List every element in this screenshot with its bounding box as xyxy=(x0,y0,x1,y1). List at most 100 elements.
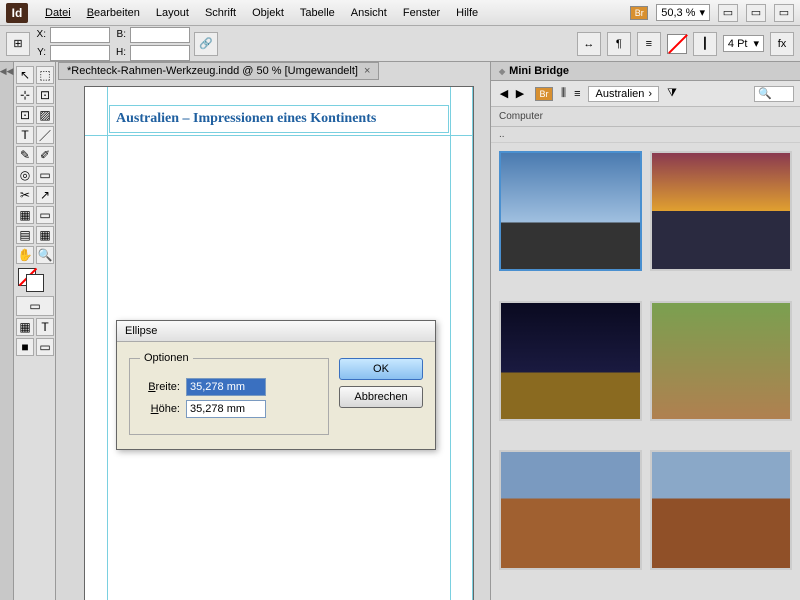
forward-icon[interactable]: ▶ xyxy=(513,87,527,101)
color-theme-tool[interactable]: ▭ xyxy=(16,296,54,316)
thumbnail[interactable] xyxy=(499,301,642,421)
bridge-badge[interactable]: Br xyxy=(630,6,648,20)
align-icon[interactable]: ≡ xyxy=(637,32,661,56)
thumbnail[interactable] xyxy=(650,151,793,271)
y-input[interactable] xyxy=(50,45,110,61)
options-fieldset: Optionen Breite: Höhe: xyxy=(129,352,329,435)
page-tool[interactable]: ⊹ xyxy=(16,86,34,104)
gradient-swatch-tool[interactable]: ▦ xyxy=(16,206,34,224)
screen-mode-icon[interactable]: ▭ xyxy=(746,4,766,22)
menu-bearbeiten[interactable]: Bearbeiten xyxy=(80,4,147,22)
parent-folder[interactable]: .. xyxy=(491,127,800,143)
type-tool[interactable]: T xyxy=(16,126,34,144)
menu-fenster[interactable]: Fenster xyxy=(396,4,447,22)
thumbnail[interactable] xyxy=(499,151,642,271)
eyedropper-tool[interactable]: ▦ xyxy=(36,226,54,244)
thumbnail[interactable] xyxy=(650,450,793,570)
back-icon[interactable]: ◀ xyxy=(497,87,511,101)
normal-view-icon[interactable]: ■ xyxy=(16,338,34,356)
ok-button[interactable]: OK xyxy=(339,358,423,380)
h-label: H: xyxy=(114,47,126,58)
guide-top xyxy=(85,135,473,136)
gap-tool[interactable]: ⊡ xyxy=(36,86,54,104)
fill-stroke-swatch[interactable] xyxy=(16,266,54,294)
link-wh-icon[interactable]: 🔗 xyxy=(194,32,218,56)
menu-datei[interactable]: Datei xyxy=(38,4,78,22)
content-placer-tool[interactable]: ▨ xyxy=(36,106,54,124)
zoom-tool[interactable]: 🔍 xyxy=(36,246,54,264)
mini-bridge-tab[interactable]: Mini Bridge xyxy=(491,62,800,81)
fill-none-swatch[interactable] xyxy=(667,34,687,54)
b-input[interactable] xyxy=(130,27,190,43)
fieldset-legend: Optionen xyxy=(140,352,193,364)
view-options-icon[interactable]: ⫼ xyxy=(561,87,566,100)
bridge-icon[interactable]: Br xyxy=(535,87,553,101)
chevron-down-icon: ▾ xyxy=(753,37,759,50)
zoom-dropdown[interactable]: 50,3 %▾ xyxy=(656,4,710,21)
ellipse-dialog: Ellipse Optionen Breite: Höhe: OK Abbrec… xyxy=(116,320,436,450)
format-text-icon[interactable]: T xyxy=(36,318,54,336)
document-tab-title: *Rechteck-Rahmen-Werkzeug.indd @ 50 % [U… xyxy=(67,65,358,77)
format-container-icon[interactable]: ▦ xyxy=(16,318,34,336)
menu-schrift[interactable]: Schrift xyxy=(198,4,243,22)
direct-selection-tool[interactable]: ⬚ xyxy=(36,66,54,84)
width-label: Breite: xyxy=(140,381,180,393)
guide-right xyxy=(450,87,451,600)
line-tool[interactable]: ／ xyxy=(36,126,54,144)
stroke-weight-dropdown[interactable]: 4 Pt▾ xyxy=(723,35,764,52)
search-input[interactable]: 🔍 xyxy=(754,86,794,102)
thumbnail[interactable] xyxy=(650,301,793,421)
paragraph-icon[interactable]: ¶ xyxy=(607,32,631,56)
app-logo: Id xyxy=(6,3,28,23)
document-tab[interactable]: *Rechteck-Rahmen-Werkzeug.indd @ 50 % [U… xyxy=(58,62,379,80)
control-bar: ⊞ X: B: Y: H: 🔗 ↔ ¶ ≡ ┃ 4 Pt▾ fx xyxy=(0,26,800,62)
free-transform-tool[interactable]: ↗ xyxy=(36,186,54,204)
x-label: X: xyxy=(34,29,46,40)
rectangle-tool[interactable]: ▭ xyxy=(36,166,54,184)
hand-tool[interactable]: ✋ xyxy=(16,246,34,264)
b-label: B: xyxy=(114,29,126,40)
path-bar[interactable]: Computer xyxy=(491,107,800,127)
cancel-button[interactable]: Abbrechen xyxy=(339,386,423,408)
menu-layout[interactable]: Layout xyxy=(149,4,196,22)
effects-icon[interactable]: fx xyxy=(770,32,794,56)
x-input[interactable] xyxy=(50,27,110,43)
view-options-icon[interactable]: ▭ xyxy=(718,4,738,22)
headline-frame[interactable]: Australien – Impressionen eines Kontinen… xyxy=(109,105,449,133)
menu-tabelle[interactable]: Tabelle xyxy=(293,4,342,22)
ellipse-frame-tool[interactable]: ◎ xyxy=(16,166,34,184)
flip-h-icon[interactable]: ↔ xyxy=(577,32,601,56)
h-input[interactable] xyxy=(130,45,190,61)
chevron-right-icon: › xyxy=(648,88,652,100)
menu-objekt[interactable]: Objekt xyxy=(245,4,291,22)
gradient-feather-tool[interactable]: ▭ xyxy=(36,206,54,224)
breadcrumb[interactable]: Australien› xyxy=(588,86,659,102)
menu-hilfe[interactable]: Hilfe xyxy=(449,4,485,22)
guide-left xyxy=(107,87,108,600)
width-input[interactable] xyxy=(186,378,266,396)
arrange-icon[interactable]: ▭ xyxy=(774,4,794,22)
mini-bridge-toolbar: ◀ ▶ Br ⫼ ≡ Australien› ⧩ 🔍 xyxy=(491,81,800,107)
mini-bridge-panel: Mini Bridge ◀ ▶ Br ⫼ ≡ Australien› ⧩ 🔍 C… xyxy=(490,62,800,600)
filter-icon[interactable]: ⧩ xyxy=(667,87,677,100)
stroke-style-icon[interactable]: ┃ xyxy=(693,32,717,56)
chevron-down-icon: ▾ xyxy=(699,6,705,19)
dialog-title: Ellipse xyxy=(117,321,435,342)
scissors-tool[interactable]: ✂ xyxy=(16,186,34,204)
content-collector-tool[interactable]: ⊡ xyxy=(16,106,34,124)
thumbnail[interactable] xyxy=(499,450,642,570)
search-icon: 🔍 xyxy=(758,87,772,100)
pencil-tool[interactable]: ✐ xyxy=(36,146,54,164)
note-tool[interactable]: ▤ xyxy=(16,226,34,244)
height-input[interactable] xyxy=(186,400,266,418)
sort-icon[interactable]: ≡ xyxy=(574,88,580,100)
height-label: Höhe: xyxy=(140,403,180,415)
reference-point-icon[interactable]: ⊞ xyxy=(6,32,30,56)
close-tab-icon[interactable]: × xyxy=(364,65,370,77)
menu-ansicht[interactable]: Ansicht xyxy=(344,4,394,22)
pen-tool[interactable]: ✎ xyxy=(16,146,34,164)
menubar: Id Datei Bearbeiten Layout Schrift Objek… xyxy=(0,0,800,26)
preview-view-icon[interactable]: ▭ xyxy=(36,338,54,356)
left-dock-tab[interactable]: ◀◀ xyxy=(0,62,14,600)
selection-tool[interactable]: ↖ xyxy=(16,66,34,84)
